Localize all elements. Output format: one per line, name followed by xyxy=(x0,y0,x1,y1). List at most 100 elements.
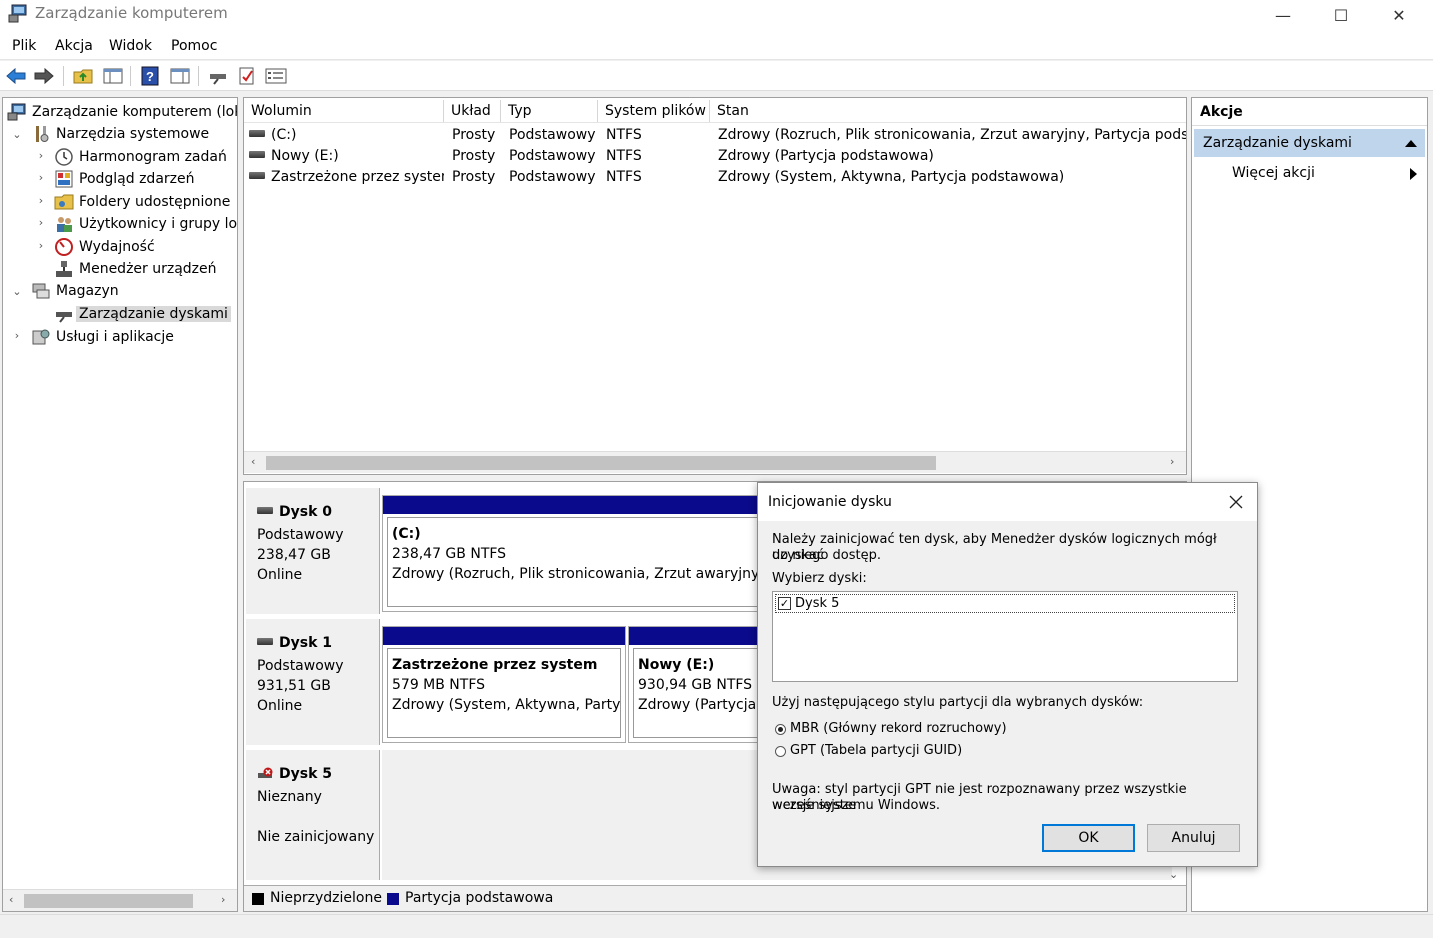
event-viewer-icon xyxy=(55,170,73,188)
arrow-left-icon xyxy=(6,67,26,85)
scrollbar-thumb[interactable] xyxy=(266,456,936,470)
scroll-left-icon[interactable]: ‹ xyxy=(251,455,255,468)
disk-select-list[interactable]: ✓ Dysk 5 xyxy=(772,591,1238,682)
chevron-right-icon[interactable]: › xyxy=(11,329,23,342)
minimize-button[interactable]: — xyxy=(1254,0,1312,30)
menu-akcja[interactable]: Akcja xyxy=(55,38,93,54)
dialog-title-bar: Inicjowanie dysku xyxy=(758,483,1257,521)
partition-system-reserved[interactable]: Zastrzeżone przez system 579 MB NTFS Zdr… xyxy=(382,626,626,743)
tree-system-tools[interactable]: Narzędzia systemowe xyxy=(31,123,209,145)
column-header-status[interactable]: Stan xyxy=(710,100,1186,122)
action-pane-button[interactable] xyxy=(169,65,191,87)
properties-icon xyxy=(265,68,287,84)
column-header-layout[interactable]: Układ xyxy=(444,100,501,122)
svg-text:?: ? xyxy=(146,69,154,84)
mbr-label[interactable]: MBR (Główny rekord rozruchowy) xyxy=(790,721,1007,737)
legend: Nieprzydzielone Partycja podstawowa xyxy=(244,885,1186,911)
submenu-arrow-icon[interactable] xyxy=(1410,168,1417,180)
tree-task-scheduler[interactable]: Harmonogram zadań xyxy=(54,146,227,168)
chevron-right-icon[interactable]: › xyxy=(35,194,47,207)
menu-pomoc[interactable]: Pomoc xyxy=(171,38,217,54)
checklist-icon xyxy=(239,67,254,85)
actions-header: Akcje xyxy=(1192,98,1427,126)
tree-root[interactable]: Zarządzanie komputerem (lokal xyxy=(7,101,237,123)
cancel-button[interactable]: Anuluj xyxy=(1147,824,1240,852)
header-divider xyxy=(244,122,1186,123)
console-tree-icon xyxy=(103,68,123,84)
tree-event-viewer[interactable]: Podgląd zdarzeń xyxy=(54,168,195,190)
tree-services-apps[interactable]: Usługi i aplikacje xyxy=(31,326,174,348)
disk-0-label[interactable]: Dysk 0 Podstawowy 238,47 GB Online xyxy=(246,488,380,614)
checklist-button[interactable] xyxy=(236,65,258,87)
more-actions-item[interactable]: Więcej akcji xyxy=(1232,165,1315,181)
maximize-button[interactable]: ☐ xyxy=(1312,0,1370,30)
services-icon xyxy=(32,329,50,345)
volume-list-horizontal-scrollbar[interactable]: ‹ › xyxy=(244,451,1186,473)
scrollbar-thumb[interactable] xyxy=(24,894,193,908)
gpt-radio[interactable] xyxy=(775,746,786,757)
tree-device-manager[interactable]: Menedżer urządzeń xyxy=(54,258,217,280)
disk-checkbox[interactable]: ✓ xyxy=(778,597,791,610)
chevron-down-icon[interactable]: ⌄ xyxy=(11,128,23,141)
menu-widok[interactable]: Widok xyxy=(109,38,152,54)
scroll-right-icon[interactable]: › xyxy=(1170,455,1174,468)
scroll-down-icon[interactable]: ⌄ xyxy=(1169,868,1178,881)
tree-disk-management[interactable]: Zarządzanie dyskami xyxy=(54,303,231,325)
show-hide-tree-button[interactable] xyxy=(102,65,124,87)
collapse-up-icon[interactable] xyxy=(1405,140,1417,147)
tree-performance[interactable]: Wydajność xyxy=(54,236,155,258)
computer-management-icon xyxy=(8,4,27,23)
chevron-right-icon[interactable]: › xyxy=(35,216,47,229)
column-header-filesystem[interactable]: System plików xyxy=(598,100,710,122)
toolbar-separator xyxy=(63,66,64,86)
window-title: Zarządzanie komputerem xyxy=(35,4,228,22)
computer-management-icon xyxy=(7,103,26,121)
up-folder-button[interactable] xyxy=(72,65,94,87)
primary-partition-bar xyxy=(383,627,625,645)
back-button[interactable] xyxy=(5,65,27,87)
tree-horizontal-scrollbar[interactable]: ‹ › xyxy=(3,889,237,911)
ok-button[interactable]: OK xyxy=(1042,824,1135,852)
chevron-down-icon[interactable]: ⌄ xyxy=(11,285,23,298)
dialog-close-button[interactable] xyxy=(1223,489,1249,515)
device-manager-icon xyxy=(56,261,72,277)
scroll-left-icon[interactable]: ‹ xyxy=(9,893,13,906)
help-icon: ? xyxy=(141,66,159,86)
disk-list-item[interactable]: ✓ Dysk 5 xyxy=(775,594,1235,613)
help-button[interactable]: ? xyxy=(139,65,161,87)
initialize-disk-dialog: Inicjowanie dysku Należy zainicjować ten… xyxy=(757,482,1258,867)
menu-plik[interactable]: Plik xyxy=(12,38,36,54)
users-icon xyxy=(57,217,72,232)
volume-list: Wolumin Układ Typ System plików Stan (C:… xyxy=(243,97,1187,475)
select-disks-label: Wybierz dyski: xyxy=(772,571,867,586)
action-pane-icon xyxy=(170,68,190,84)
gpt-label[interactable]: GPT (Tabela partycji GUID) xyxy=(790,743,962,759)
gpt-note-line2: wersje systemu Windows. xyxy=(772,798,941,813)
close-window-button[interactable]: ✕ xyxy=(1370,0,1428,30)
column-header-volume[interactable]: Wolumin xyxy=(244,100,444,122)
chevron-right-icon[interactable]: › xyxy=(35,171,47,184)
drive-icon xyxy=(249,171,265,179)
tree-storage[interactable]: Magazyn xyxy=(31,280,119,302)
tree-shared-folders[interactable]: Foldery udostępnione xyxy=(54,191,230,213)
forward-button[interactable] xyxy=(33,65,55,87)
toolbar-separator xyxy=(130,66,131,86)
menu-bar: Plik Akcja Widok Pomoc xyxy=(0,34,1433,60)
scroll-right-icon[interactable]: › xyxy=(221,893,225,906)
console-tree: Zarządzanie komputerem (lokal ⌄ Narzędzi… xyxy=(2,97,238,912)
properties-button[interactable] xyxy=(265,65,287,87)
disk-icon xyxy=(257,506,273,514)
disk-5-label[interactable]: Dysk 5 Nieznany Nie zainicjowany xyxy=(246,750,380,880)
mbr-radio[interactable] xyxy=(775,724,786,735)
primary-partition-swatch xyxy=(387,893,399,905)
actions-section-disk-management[interactable]: Zarządzanie dyskami xyxy=(1194,129,1425,157)
tree-users-groups[interactable]: Użytkownicy i grupy lok xyxy=(54,213,237,235)
connect-button[interactable] xyxy=(207,65,229,87)
column-header-type[interactable]: Typ xyxy=(501,100,598,122)
drive-icon xyxy=(249,150,265,158)
chevron-right-icon[interactable]: › xyxy=(35,149,47,162)
chevron-right-icon[interactable]: › xyxy=(35,239,47,252)
disk-icon xyxy=(257,637,273,645)
toolbar-separator xyxy=(198,66,199,86)
disk-1-label[interactable]: Dysk 1 Podstawowy 931,51 GB Online xyxy=(246,619,380,745)
